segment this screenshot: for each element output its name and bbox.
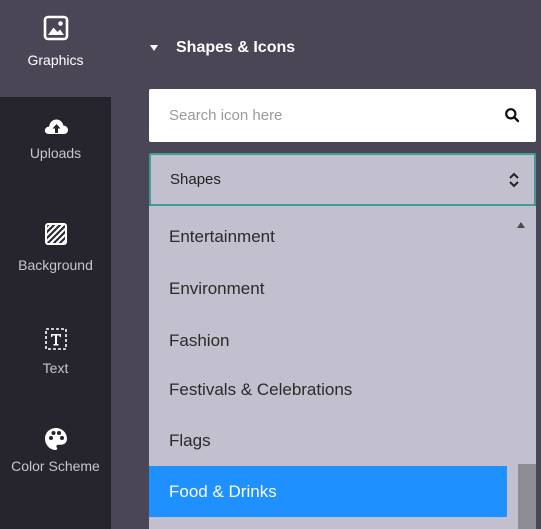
category-dropdown-list: Entertainment Environment Fashion Festiv… [149, 206, 536, 529]
scrollbar-thumb[interactable] [518, 464, 536, 529]
category-select-value: Shapes [170, 171, 221, 188]
left-rail: Graphics Uploads Background Text Color S… [0, 0, 111, 529]
dropdown-option-entertainment[interactable]: Entertainment [149, 211, 507, 262]
rail-item-label: Background [18, 257, 93, 273]
background-pattern-icon [44, 223, 67, 245]
rail-item-label: Text [42, 360, 69, 376]
rail-item-graphics[interactable]: Graphics [0, 0, 111, 97]
caret-down-icon [150, 45, 158, 51]
shapes-icons-editor: Graphics Uploads Background Text Color S… [0, 0, 541, 529]
rail-item-color-scheme[interactable]: Color Scheme [0, 425, 111, 529]
search-input[interactable] [149, 89, 489, 142]
dropdown-option-festivals[interactable]: Festivals & Celebrations [149, 364, 507, 415]
rail-item-text[interactable]: Text [0, 323, 111, 419]
cloud-upload-icon [44, 119, 68, 134]
category-select[interactable]: Shapes [149, 153, 536, 206]
dropdown-option-food-drinks[interactable]: Food & Drinks [149, 466, 507, 517]
rail-item-label: Graphics [27, 52, 84, 68]
rail-item-background[interactable]: Background [0, 216, 111, 312]
section-title: Shapes & Icons [176, 39, 296, 56]
image-icon [43, 15, 68, 41]
rail-item-uploads[interactable]: Uploads [0, 108, 111, 204]
rail-item-label: Uploads [29, 145, 82, 161]
palette-icon [44, 428, 67, 450]
dropdown-option-environment[interactable]: Environment [149, 263, 507, 314]
rail-item-label: Color Scheme [11, 458, 100, 474]
select-arrows-icon [509, 172, 519, 188]
search-box [149, 89, 536, 142]
dropdown-scrollbar[interactable] [507, 206, 536, 529]
search-icon[interactable] [504, 107, 520, 123]
scroll-up-arrow-icon[interactable] [517, 222, 525, 228]
dropdown-option-fashion[interactable]: Fashion [149, 315, 507, 366]
text-icon [44, 328, 67, 350]
section-header[interactable]: Shapes & Icons [150, 36, 295, 60]
dropdown-option-flags[interactable]: Flags [149, 415, 507, 466]
